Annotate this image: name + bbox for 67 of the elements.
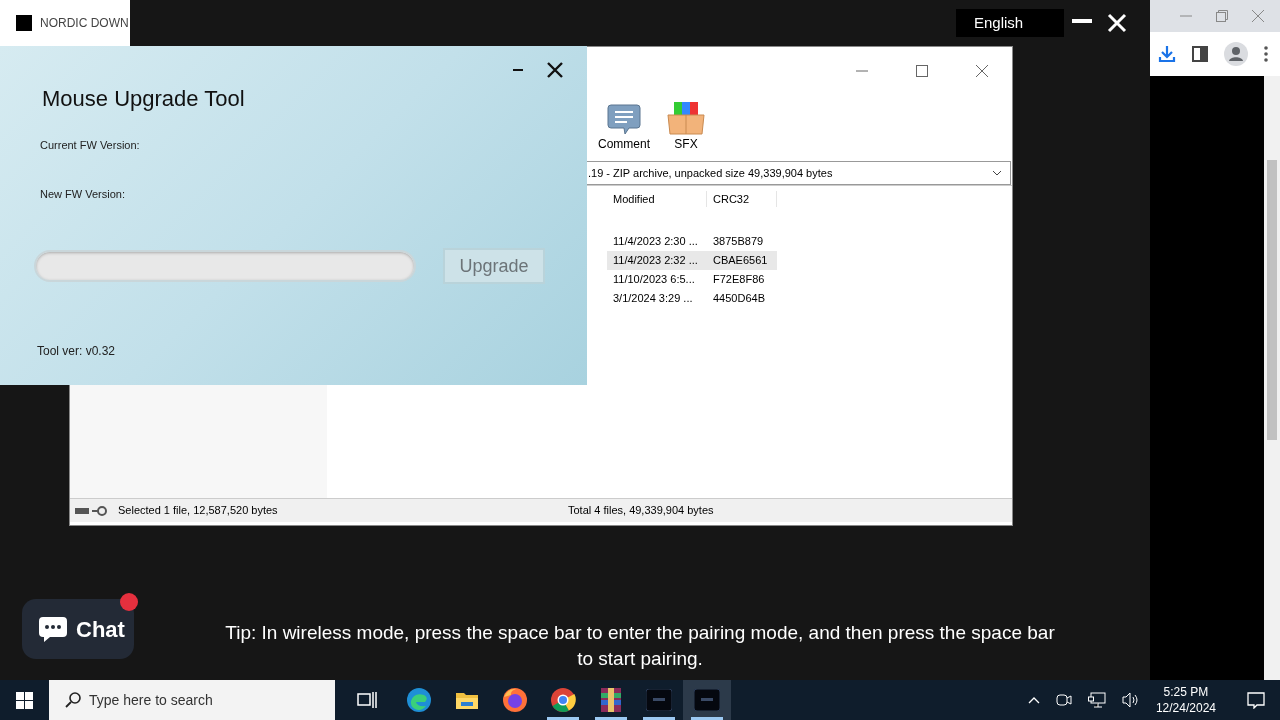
sfx-button[interactable]: SFX (666, 101, 706, 153)
running-indicator (691, 717, 723, 720)
scrollbar-thumb[interactable] (1267, 160, 1277, 440)
search-icon (65, 692, 81, 708)
comment-button[interactable]: Comment (598, 103, 650, 153)
profile-icon[interactable] (1224, 42, 1248, 66)
folder-icon (455, 690, 479, 710)
modified-cell-text: 11/4/2023 2:30 ... (612, 234, 699, 250)
start-icon[interactable] (16, 691, 33, 709)
camera-icon[interactable] (1055, 692, 1072, 708)
taskbar-button[interactable] (683, 680, 731, 720)
browser-icon (502, 687, 528, 713)
modified-cell-text: 11/4/2023 2:32 ... (612, 253, 699, 269)
status-text: Selected 1 file, 12,587,520 bytes (118, 503, 279, 519)
language-selector[interactable]: English (956, 9, 1064, 37)
maximize-icon[interactable] (916, 65, 928, 77)
volume-icon[interactable] (1121, 692, 1140, 708)
minimize-icon[interactable] (513, 68, 523, 72)
chat-button[interactable]: Chat (22, 599, 134, 659)
browser-icon (406, 687, 432, 713)
clock-text: 5:25 PM (1162, 684, 1210, 700)
version-text: Tool ver: v0.32 (37, 343, 117, 360)
side-panel-icon[interactable] (1192, 46, 1208, 62)
restore-icon[interactable] (1216, 10, 1228, 22)
crc-cell-text: 4450D64B (712, 291, 766, 307)
crc-cell-text: 3875B879 (712, 234, 765, 250)
clock-text: 12/24/2024 (1155, 700, 1216, 716)
app-icon (646, 689, 672, 711)
notification-icon[interactable] (1247, 691, 1265, 709)
column-header[interactable]: CRC32 (707, 190, 777, 208)
tip-text: Tip: In wireless mode, press the space bar to enter the pairing mode, and then press the space bar to start pairing. (225, 621, 1055, 671)
search-field[interactable]: Type here to search (49, 680, 335, 720)
tool-title: Mouse Upgrade Tool (42, 85, 246, 113)
app-icon (694, 689, 720, 711)
clock[interactable]: 5:25 PM 12/24/2024 (1155, 684, 1216, 716)
chat-icon (38, 615, 68, 643)
column-header[interactable]: Modified (607, 190, 707, 208)
file-row[interactable]: 11/4/2023 2:30 ... 3875B879 (607, 232, 777, 251)
modified-cell-text: 11/10/2023 6:5... (612, 272, 696, 288)
site-icon (16, 15, 32, 31)
crc-cell-text: CBAE6561 (712, 253, 769, 269)
running-indicator (547, 717, 579, 720)
menu-icon[interactable] (1264, 46, 1268, 62)
box-icon (666, 101, 706, 135)
download-icon[interactable] (1158, 45, 1176, 63)
upgrade-button[interactable]: Upgrade (443, 248, 545, 284)
browser-icon (550, 687, 576, 713)
task-view-icon (357, 691, 377, 709)
field-label: New FW Version: (40, 186, 126, 202)
close-icon[interactable] (547, 62, 563, 78)
running-indicator (595, 717, 627, 720)
file-row[interactable]: 11/4/2023 2:32 ... CBAE6561 (607, 251, 777, 270)
chevron-up-icon[interactable] (1027, 696, 1040, 704)
archive-icon (599, 687, 623, 713)
file-row[interactable]: 11/10/2023 6:5... F72E8F86 (607, 270, 777, 289)
status-text: Total 4 files, 49,339,904 bytes (568, 503, 714, 519)
field-label: Current FW Version: (40, 138, 141, 153)
crc-cell-text: F72E8F86 (712, 272, 766, 288)
modified-cell-text: 3/1/2024 3:29 ... (612, 291, 694, 307)
drive-key-icon (74, 504, 110, 517)
network-icon[interactable] (1087, 692, 1106, 708)
file-row[interactable]: 3/1/2024 3:29 ... 4450D64B (607, 289, 777, 308)
comment-icon (607, 103, 641, 135)
dropdown-icon[interactable] (992, 170, 1002, 176)
notification-dot (120, 593, 138, 611)
running-indicator (643, 717, 675, 720)
archive-path: .19 - ZIP archive, unpacked size 49,339,904 bytes (588, 165, 833, 181)
